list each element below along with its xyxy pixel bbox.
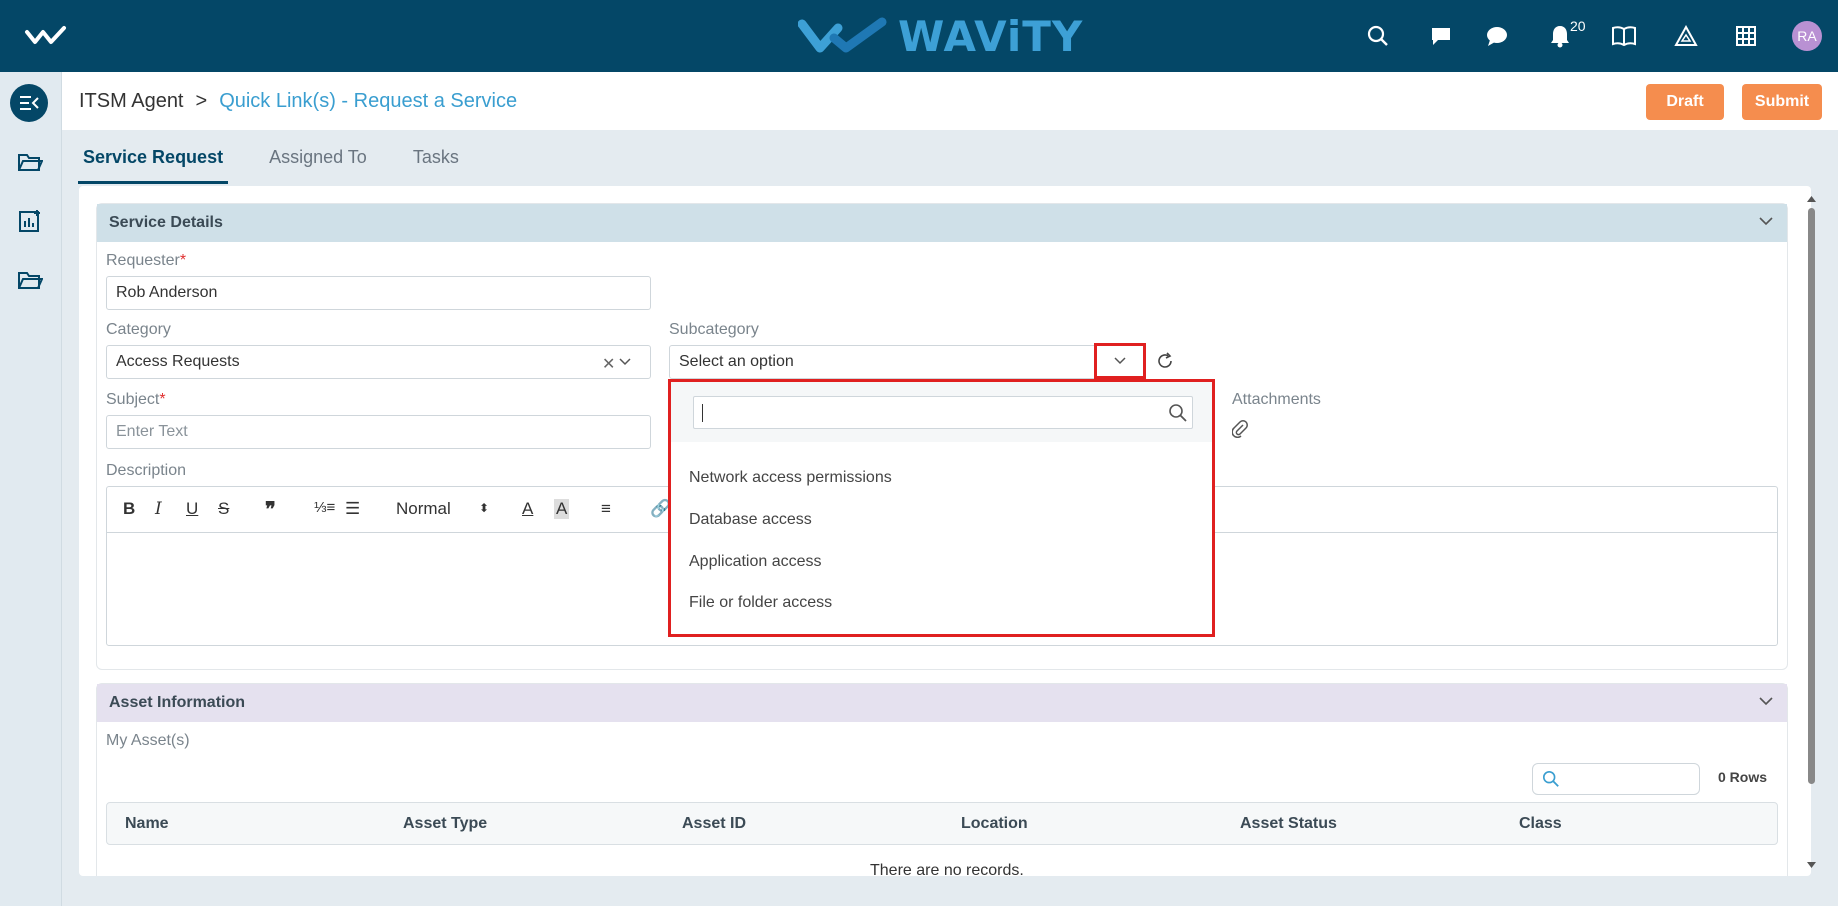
scroll-up-icon[interactable] [1807,196,1816,202]
chevron-down-icon[interactable] [1759,216,1773,226]
subcategory-dropdown-toggle[interactable] [1094,343,1146,379]
user-avatar[interactable]: RA [1792,21,1822,51]
page-header: ITSM Agent > Quick Link(s) - Request a S… [62,72,1838,130]
warning-icon[interactable] [1672,22,1700,50]
tab-tasks[interactable]: Tasks [408,146,464,184]
underline-icon[interactable]: U [186,499,198,519]
align-icon[interactable]: ≡ [601,499,611,519]
subject-label: Subject* [106,391,166,408]
background-color-icon[interactable]: A [554,499,570,519]
asset-table-header: Name Asset Type Asset ID Location Asset … [106,802,1778,845]
submit-button[interactable]: Submit [1742,84,1822,120]
folder-open-icon[interactable] [16,266,44,294]
category-value: Access Requests [116,353,240,370]
category-label: Category [106,321,171,338]
chat-icon[interactable] [1483,22,1511,50]
dropdown-option-file-folder-access[interactable]: File or folder access [689,594,832,612]
chevron-down-icon [1114,357,1126,365]
dropdown-option-network-access[interactable]: Network access permissions [689,469,892,487]
clear-icon[interactable]: ✕ [602,354,615,374]
notification-count: 20 [1570,18,1586,34]
category-select[interactable]: Access Requests ✕ [106,345,651,379]
page-scrollbar[interactable] [1806,196,1816,872]
tab-bar: Service Request Assigned To Tasks [78,146,500,184]
breadcrumb-separator: > [195,90,208,112]
dropdown-option-application-access[interactable]: Application access [689,553,822,571]
description-label: Description [106,462,187,479]
bold-icon[interactable]: B [123,499,135,519]
paperclip-icon[interactable] [1232,420,1248,438]
column-asset-id[interactable]: Asset ID [682,815,746,833]
requester-label: Requester* [106,252,187,269]
format-select[interactable]: Normal [396,499,451,519]
report-icon[interactable] [16,207,44,235]
column-asset-type[interactable]: Asset Type [403,815,487,833]
my-assets-label: My Asset(s) [106,732,190,749]
rows-count: 0 Rows [1718,769,1768,785]
text-color-icon[interactable]: A [522,499,533,519]
search-icon[interactable] [1168,403,1188,423]
dropdown-option-database-access[interactable]: Database access [689,511,812,529]
home-logo-icon[interactable] [24,22,72,50]
dropdown-search-area [671,382,1212,442]
grid-icon[interactable] [1732,22,1760,50]
top-navigation-bar: WAViTY 20 RA [0,0,1838,72]
format-arrows-icon[interactable]: ⬍ [479,501,489,515]
subcategory-label: Subcategory [669,321,759,338]
dropdown-search-input[interactable] [693,396,1193,429]
quote-icon[interactable]: ❞ [265,497,276,522]
tab-assigned-to[interactable]: Assigned To [264,146,372,184]
service-details-header[interactable]: Service Details [97,204,1787,242]
ordered-list-icon[interactable]: ⅓≡ [314,499,335,516]
draft-button[interactable]: Draft [1646,84,1724,120]
bullet-list-icon[interactable]: ☰ [345,499,360,519]
subcategory-placeholder: Select an option [679,353,794,370]
attachments-label: Attachments [1232,391,1321,408]
column-asset-status[interactable]: Asset Status [1240,815,1337,833]
asset-information-header[interactable]: Asset Information [97,684,1787,722]
message-icon[interactable] [1427,22,1455,50]
column-location[interactable]: Location [961,815,1028,833]
chevron-down-icon[interactable] [1759,696,1773,706]
tab-service-request[interactable]: Service Request [78,146,229,184]
scroll-down-icon[interactable] [1807,862,1816,868]
brand-name: WAViTY [898,11,1084,61]
left-sidebar [0,72,62,906]
asset-search-input[interactable] [1532,763,1700,795]
subject-field[interactable]: Enter Text [106,415,651,449]
breadcrumb-current: Quick Link(s) - Request a Service [219,90,518,112]
requester-field[interactable]: Rob Anderson [106,276,651,310]
service-details-title: Service Details [109,214,223,231]
brand-logo: WAViTY [798,11,1084,61]
breadcrumb-root[interactable]: ITSM Agent [79,90,184,113]
column-name[interactable]: Name [125,815,169,833]
search-icon[interactable] [1364,22,1392,50]
subcategory-dropdown: Network access permissions Database acce… [668,379,1215,637]
search-icon [1542,770,1559,787]
chevron-down-icon[interactable] [619,358,631,366]
refresh-icon[interactable] [1156,352,1174,370]
text-caret [702,404,703,422]
asset-information-title: Asset Information [109,694,246,711]
folder-icon[interactable] [16,148,44,176]
empty-table-message: There are no records. [870,862,1024,879]
scroll-thumb[interactable] [1808,208,1815,784]
subcategory-select[interactable]: Select an option [669,345,1146,379]
breadcrumb: ITSM Agent > Quick Link(s) - Request a S… [79,90,517,113]
column-class[interactable]: Class [1519,815,1562,833]
brand-mark-icon [798,17,887,53]
italic-icon[interactable]: I [155,499,162,519]
book-icon[interactable] [1610,22,1638,50]
strikethrough-icon[interactable]: S [218,499,229,519]
collapse-menu-icon[interactable] [10,84,48,122]
